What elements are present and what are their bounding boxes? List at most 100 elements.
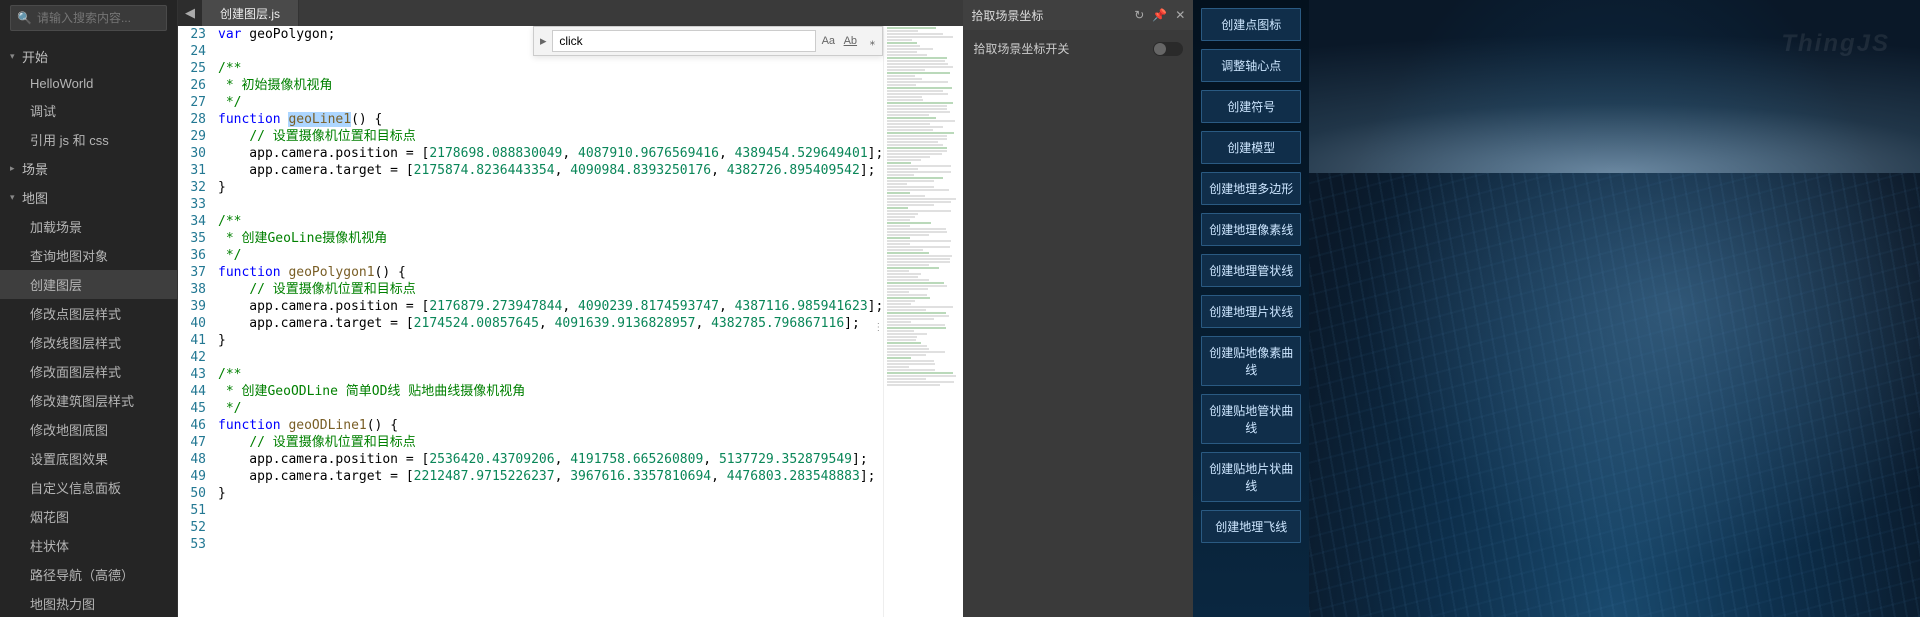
scene-button[interactable]: 创建地理飞线 — [1201, 510, 1301, 543]
tree-item[interactable]: 加载场景 — [0, 212, 177, 241]
tree-item[interactable]: 柱状体 — [0, 531, 177, 560]
minimap-line — [887, 30, 917, 32]
tree-item[interactable]: 修改面图层样式 — [0, 357, 177, 386]
scene-button[interactable]: 创建地理像素线 — [1201, 213, 1301, 246]
minimap-line — [887, 78, 922, 80]
coord-panel: 拾取场景坐标 ↻ 📌 ✕ 拾取场景坐标开关 — [963, 0, 1193, 617]
minimap-line — [887, 294, 927, 296]
minimap-line — [887, 270, 909, 272]
minimap-line — [887, 360, 933, 362]
find-expand-icon[interactable]: ▸ — [534, 33, 552, 49]
minimap[interactable] — [883, 26, 963, 617]
code-line: function geoPolygon1() { — [218, 264, 883, 281]
line-number: 28 — [178, 111, 206, 128]
search-input[interactable] — [37, 11, 160, 25]
tree-item[interactable]: 引用 js 和 css — [0, 125, 177, 154]
minimap-line — [887, 354, 926, 356]
minimap-line — [887, 27, 936, 29]
code-line: * 创建GeoLine摄像机视角 — [218, 230, 883, 247]
minimap-line — [887, 306, 953, 308]
close-icon[interactable]: ✕ — [1175, 8, 1185, 22]
minimap-line — [887, 60, 945, 62]
line-number: 31 — [178, 162, 206, 179]
minimap-line — [887, 186, 934, 188]
tree-item[interactable]: 调试 — [0, 96, 177, 125]
scene-button[interactable]: 创建贴地片状曲线 — [1201, 452, 1301, 502]
find-opt-word[interactable]: Ab — [840, 31, 860, 51]
tree-group-label: 开始 — [22, 47, 48, 66]
minimap-line — [887, 315, 948, 317]
tree-item[interactable]: 自定义信息面板 — [0, 473, 177, 502]
minimap-line — [887, 105, 947, 107]
tree-item[interactable]: 烟花图 — [0, 502, 177, 531]
tree-group[interactable]: ▾地图 — [0, 183, 177, 212]
tree-item[interactable]: 设置底图效果 — [0, 444, 177, 473]
minimap-line — [887, 240, 950, 242]
minimap-line — [887, 84, 916, 86]
tree-item[interactable]: 修改线图层样式 — [0, 328, 177, 357]
scene-button[interactable]: 创建贴地管状曲线 — [1201, 394, 1301, 444]
scene-button[interactable]: 创建地理片状线 — [1201, 295, 1301, 328]
minimap-line — [887, 159, 920, 161]
tree-item[interactable]: 路径导航（高德） — [0, 560, 177, 589]
find-input[interactable] — [552, 30, 816, 52]
line-number: 44 — [178, 383, 206, 400]
minimap-line — [887, 150, 946, 152]
minimap-line — [887, 42, 917, 44]
viewport-3d[interactable]: ThingJS — [1309, 0, 1920, 617]
minimap-line — [887, 123, 930, 125]
tree-item[interactable]: 创建图层 — [0, 270, 177, 299]
minimap-line — [887, 216, 914, 218]
line-number: 25 — [178, 60, 206, 77]
find-opt-case[interactable]: Aa — [818, 31, 838, 51]
minimap-line — [887, 144, 943, 146]
editor-body: 2324252627282930313233343536373839404142… — [178, 26, 963, 617]
pin-icon[interactable]: 📌 — [1152, 8, 1167, 22]
minimap-line — [887, 81, 948, 83]
scene-button[interactable]: 创建点图标 — [1201, 8, 1301, 41]
minimap-line — [887, 381, 953, 383]
tree-item[interactable]: 修改建筑图层样式 — [0, 386, 177, 415]
code-line — [218, 349, 883, 366]
search-box[interactable]: 🔍 — [10, 5, 167, 31]
minimap-line — [887, 141, 938, 143]
find-opt-regex[interactable]: ⁎ — [862, 31, 882, 51]
minimap-line — [887, 174, 914, 176]
coord-switch[interactable] — [1153, 42, 1183, 56]
scene-button[interactable]: 创建符号 — [1201, 90, 1301, 123]
code-view[interactable]: var geoPolygon; /** * 初始摄像机视角 */function… — [218, 26, 883, 617]
refresh-icon[interactable]: ↻ — [1134, 8, 1144, 22]
minimap-line — [887, 36, 953, 38]
scene-button[interactable]: 创建贴地像素曲线 — [1201, 336, 1301, 386]
minimap-line — [887, 45, 919, 47]
back-button[interactable]: ◀ — [178, 0, 202, 26]
minimap-line — [887, 288, 927, 290]
scene-button[interactable]: 创建地理多边形 — [1201, 172, 1301, 205]
tree-group-label: 地图 — [22, 188, 48, 207]
tree-group[interactable]: ▸场景 — [0, 154, 177, 183]
code-line: */ — [218, 247, 883, 264]
drag-handle-icon[interactable]: ⋮ — [873, 322, 883, 333]
tab-active[interactable]: 创建图层.js — [202, 0, 299, 26]
tree-group[interactable]: ▾开始 — [0, 42, 177, 71]
line-number: 36 — [178, 247, 206, 264]
minimap-line — [887, 342, 921, 344]
minimap-line — [887, 351, 944, 353]
scene-button[interactable]: 调整轴心点 — [1201, 49, 1301, 82]
scene-button[interactable]: 创建地理管状线 — [1201, 254, 1301, 287]
code-line: } — [218, 332, 883, 349]
tree-item[interactable]: 修改点图层样式 — [0, 299, 177, 328]
line-number: 49 — [178, 468, 206, 485]
tree-item[interactable]: 查询地图对象 — [0, 241, 177, 270]
tree-item[interactable]: HelloWorld — [0, 71, 177, 96]
minimap-line — [887, 126, 943, 128]
minimap-line — [887, 39, 912, 41]
minimap-line — [887, 276, 918, 278]
tree-item[interactable]: 修改地图底图 — [0, 415, 177, 444]
code-line: app.camera.position = [2178698.088830049… — [218, 145, 883, 162]
minimap-line — [887, 273, 921, 275]
scene-button[interactable]: 创建模型 — [1201, 131, 1301, 164]
tree-item[interactable]: 地图热力图 — [0, 589, 177, 617]
minimap-line — [887, 324, 945, 326]
switch-label: 拾取场景坐标开关 — [973, 40, 1069, 57]
